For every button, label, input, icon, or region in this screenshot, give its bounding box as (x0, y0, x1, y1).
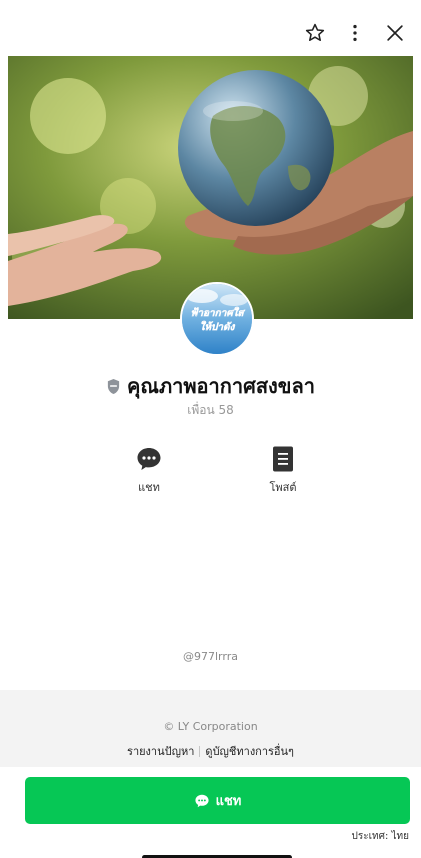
chat-button[interactable]: แชท (25, 777, 410, 824)
country-label: ประเทศ: ไทย (351, 831, 409, 842)
post-action-label: โพสต์ (269, 481, 297, 494)
post-document-icon (273, 446, 293, 472)
chat-button-label: แชท (215, 794, 242, 809)
other-official-accounts-link[interactable]: ดูบัญชีทางการอื่นๆ (205, 742, 294, 760)
favorite-button[interactable] (297, 18, 333, 48)
footer-links: รายงานปัญหา ดูบัญชีทางการอื่นๆ (0, 742, 421, 760)
shield-badge-icon (107, 378, 120, 394)
profile-avatar: ฟ้าอากาศใส ให้ปาดัง (180, 282, 254, 356)
chat-action[interactable]: แชท (114, 444, 184, 496)
more-options-button[interactable] (337, 18, 373, 48)
close-button[interactable] (377, 18, 413, 48)
close-icon (387, 25, 403, 41)
footer: © LY Corporation รายงานปัญหา ดูบัญชีทางก… (0, 690, 421, 767)
friend-count: เพื่อน 58 (187, 403, 234, 417)
chat-bubble-icon (137, 448, 161, 470)
line-id: @977lrrra (183, 650, 238, 663)
copyright: © LY Corporation (163, 720, 258, 733)
star-icon (305, 23, 325, 42)
profile-name-row: คุณภาพอากาศสงขลา (0, 370, 421, 402)
avatar-text-line2: ให้ปาดัง (200, 320, 236, 333)
cover-image (8, 56, 413, 319)
profile-name: คุณภาพอากาศสงขลา (127, 374, 315, 398)
avatar-text-line1: ฟ้าอากาศใส (190, 306, 245, 319)
chat-action-label: แชท (138, 481, 160, 494)
report-problem-link[interactable]: รายงานปัญหา (127, 742, 194, 760)
more-vertical-icon (353, 24, 357, 42)
top-bar (293, 18, 413, 48)
footer-divider (199, 745, 201, 757)
chat-bubble-icon (195, 794, 209, 807)
post-action[interactable]: โพสต์ (248, 444, 318, 496)
